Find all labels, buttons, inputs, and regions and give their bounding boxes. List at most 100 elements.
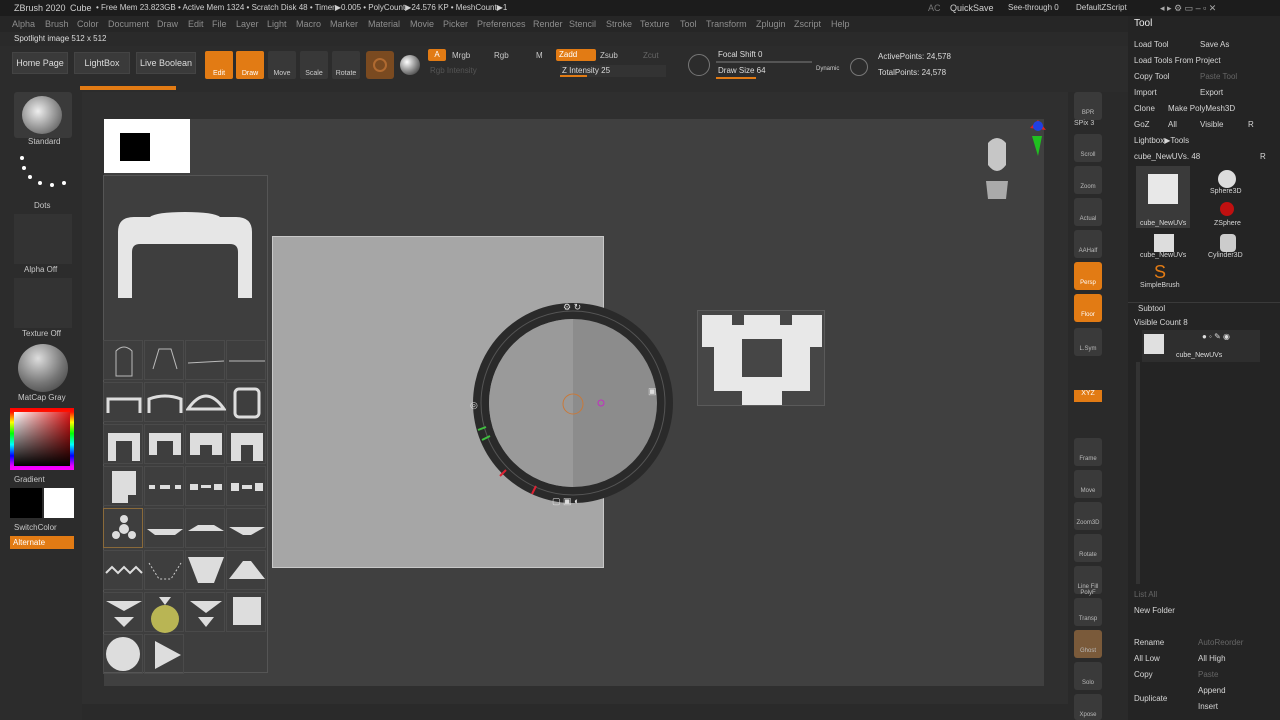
- menu-stroke[interactable]: Stroke: [606, 19, 632, 29]
- xpose-button[interactable]: Xpose: [1074, 694, 1102, 720]
- menu-macro[interactable]: Macro: [296, 19, 321, 29]
- brush-standard-icon[interactable]: [14, 92, 72, 138]
- alpha-tile[interactable]: [144, 508, 184, 548]
- alpha-tile[interactable]: [226, 340, 266, 380]
- stroke-dots-icon[interactable]: [14, 150, 72, 200]
- alpha-tile[interactable]: [226, 508, 266, 548]
- paste-button[interactable]: Paste: [1198, 670, 1218, 679]
- rotate-mode-button[interactable]: Rotate: [332, 51, 360, 79]
- rotate-button[interactable]: Rotate: [1074, 534, 1102, 562]
- scroll-button[interactable]: Scroll: [1074, 134, 1102, 162]
- bpr-button[interactable]: BPR: [1074, 92, 1102, 120]
- zoom3d-button[interactable]: Zoom3D: [1074, 502, 1102, 530]
- alternate-button[interactable]: Alternate: [10, 536, 74, 549]
- paste-tool-button[interactable]: Paste Tool: [1200, 72, 1237, 81]
- alpha-tile[interactable]: [185, 340, 225, 380]
- alpha-stamp-preview[interactable]: [697, 310, 825, 406]
- menu-file[interactable]: File: [212, 19, 227, 29]
- zsphere-icon[interactable]: [1220, 202, 1234, 216]
- edit-mode-button[interactable]: Edit: [205, 51, 233, 79]
- draw-mode-button[interactable]: Draw: [236, 51, 264, 79]
- clone-button[interactable]: Clone: [1134, 104, 1155, 113]
- zcut-toggle[interactable]: Zcut: [643, 51, 659, 60]
- alpha-tile[interactable]: [103, 466, 143, 506]
- mrgb-toggle[interactable]: Mrgb: [452, 51, 470, 60]
- alpha-tile[interactable]: [185, 424, 225, 464]
- focal-icon[interactable]: [688, 54, 710, 76]
- alpha-tile[interactable]: [185, 466, 225, 506]
- load-tools-from-project-button[interactable]: Load Tools From Project: [1134, 56, 1221, 65]
- make-polymesh-button[interactable]: Make PolyMesh3D: [1168, 104, 1235, 113]
- alpha-slot[interactable]: [14, 214, 72, 264]
- visible-button[interactable]: Visible: [1200, 120, 1223, 129]
- tool-thumb-cube[interactable]: [1136, 166, 1190, 228]
- alpha-tile[interactable]: [226, 466, 266, 506]
- r-button[interactable]: R: [1260, 152, 1266, 161]
- menu-tool[interactable]: Tool: [680, 19, 697, 29]
- rgb-toggle[interactable]: Rgb: [494, 51, 509, 60]
- focal-shift-slider[interactable]: Focal Shift 0: [716, 49, 812, 63]
- goz-button[interactable]: GoZ: [1134, 120, 1150, 129]
- all-high-button[interactable]: All High: [1198, 654, 1226, 663]
- alpha-tile[interactable]: [185, 508, 225, 548]
- menu-texture[interactable]: Texture: [640, 19, 670, 29]
- alpha-tile[interactable]: [185, 550, 225, 590]
- subtool-row[interactable]: cube_NewUVs ● ◦ ✎ ◉: [1142, 330, 1260, 362]
- zadd-toggle[interactable]: Zadd: [556, 49, 596, 61]
- alpha-tile[interactable]: [144, 592, 184, 633]
- alpha-tile-selected[interactable]: [103, 508, 143, 548]
- polyf-button[interactable]: Line Fill PolyF: [1074, 566, 1102, 596]
- home-page-button[interactable]: Home Page: [12, 52, 68, 74]
- m-toggle[interactable]: M: [536, 51, 543, 60]
- alpha-tile[interactable]: [103, 592, 143, 632]
- spotlight-thumbnail[interactable]: [104, 119, 190, 173]
- subtool-scrollbar[interactable]: [1136, 362, 1140, 584]
- menu-transform[interactable]: Transform: [706, 19, 747, 29]
- lsym-button[interactable]: L.Sym: [1074, 328, 1102, 356]
- menu-color[interactable]: Color: [77, 19, 99, 29]
- lightbox-tools-button[interactable]: Lightbox▶Tools: [1134, 136, 1189, 145]
- menu-movie[interactable]: Movie: [410, 19, 434, 29]
- autoreorder-button[interactable]: AutoReorder: [1198, 638, 1243, 647]
- cube-icon[interactable]: [1154, 234, 1174, 252]
- menu-picker[interactable]: Picker: [443, 19, 468, 29]
- zsub-toggle[interactable]: Zsub: [600, 51, 618, 60]
- alpha-tile[interactable]: [103, 550, 143, 590]
- load-tool-button[interactable]: Load Tool: [1134, 40, 1169, 49]
- menu-layer[interactable]: Layer: [236, 19, 259, 29]
- alpha-tile[interactable]: [103, 424, 143, 464]
- secondary-color-swatch[interactable]: [10, 488, 42, 518]
- alpha-tile[interactable]: [103, 382, 143, 422]
- alpha-tile[interactable]: [226, 424, 266, 464]
- actual-button[interactable]: Actual: [1074, 198, 1102, 226]
- subtool-header[interactable]: Subtool: [1138, 304, 1165, 313]
- alpha-tile[interactable]: [226, 550, 266, 590]
- alpha-tile[interactable]: [185, 382, 226, 422]
- rename-button[interactable]: Rename: [1134, 638, 1164, 647]
- menu-render[interactable]: Render: [533, 19, 563, 29]
- draw-size-slider[interactable]: Draw Size 64: [716, 65, 812, 79]
- alpha-tile[interactable]: [144, 340, 184, 380]
- a-toggle[interactable]: A: [428, 49, 446, 61]
- move-mode-button[interactable]: Move: [268, 51, 296, 79]
- new-folder-button[interactable]: New Folder: [1134, 606, 1175, 615]
- default-zscript[interactable]: DefaultZScript: [1076, 3, 1127, 12]
- export-button[interactable]: Export: [1200, 88, 1223, 97]
- solo-button[interactable]: Solo: [1074, 662, 1102, 690]
- eye-icon[interactable]: ● ◦ ✎ ◉: [1202, 332, 1230, 341]
- spix-slider[interactable]: SPix 3: [1074, 120, 1094, 127]
- spotlight-dial[interactable]: ⚙ ↻ ▣ ▢ ▣ ◐ ◎: [460, 290, 686, 516]
- live-boolean-button[interactable]: Live Boolean: [136, 52, 196, 74]
- aahalf-button[interactable]: AAHalf: [1074, 230, 1102, 258]
- alpha-tile[interactable]: [144, 634, 184, 674]
- menu-brush[interactable]: Brush: [45, 19, 69, 29]
- matcap-icon[interactable]: [14, 342, 72, 392]
- current-tool-slider[interactable]: cube_NewUVs. 48: [1134, 152, 1200, 161]
- material-swatch[interactable]: [366, 51, 394, 79]
- texture-slot[interactable]: [14, 278, 72, 328]
- ghost-button[interactable]: Ghost: [1074, 630, 1102, 658]
- copy-button[interactable]: Copy: [1134, 670, 1153, 679]
- lightbox-button[interactable]: LightBox: [74, 52, 130, 74]
- duplicate-button[interactable]: Duplicate: [1134, 694, 1167, 703]
- save-as-button[interactable]: Save As: [1200, 40, 1229, 49]
